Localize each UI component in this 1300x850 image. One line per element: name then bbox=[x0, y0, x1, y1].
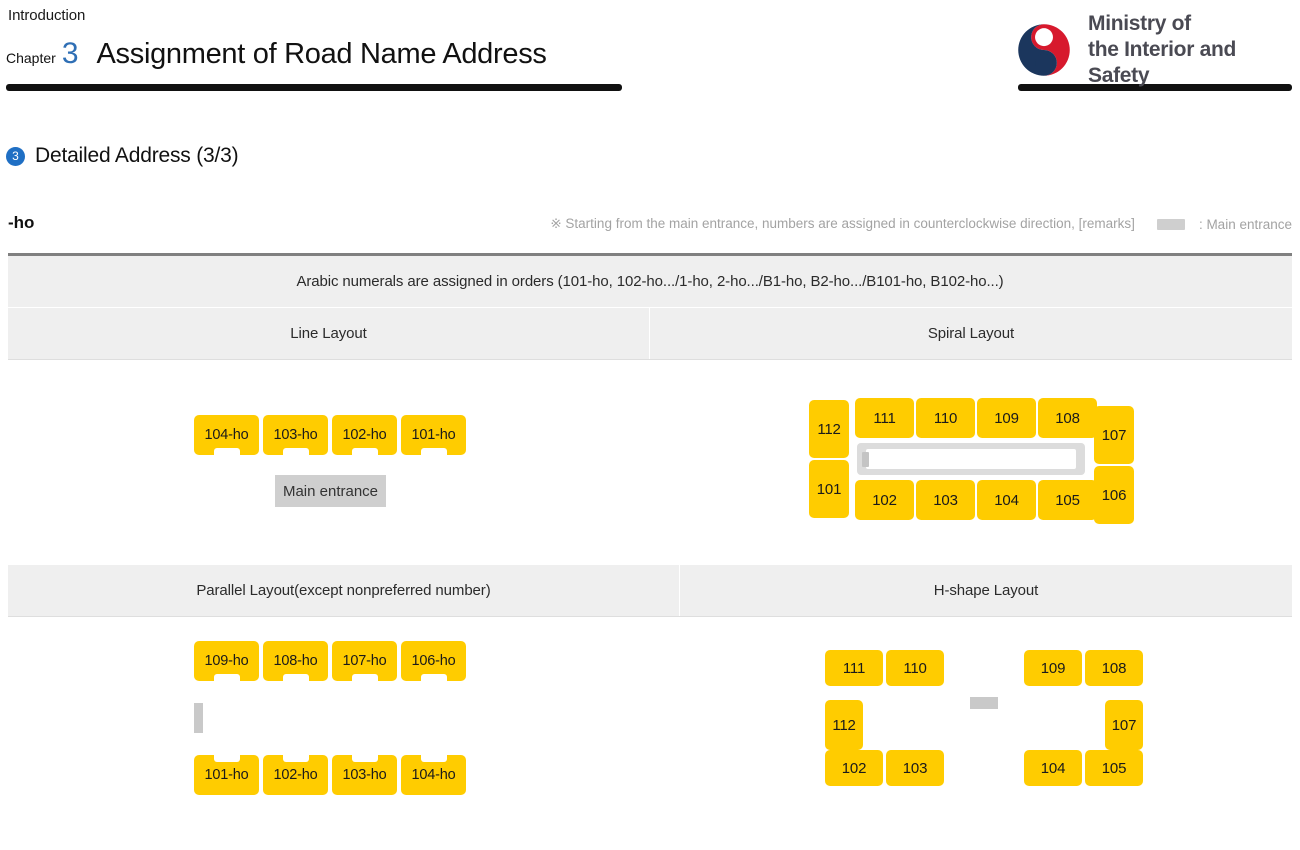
note-remarks-text: ※ Starting from the main entrance, numbe… bbox=[550, 216, 1135, 231]
page-root: Introduction Chapter 3 Assignment of Roa… bbox=[0, 0, 1300, 850]
room-box: 102 bbox=[825, 750, 883, 786]
main-entrance-mark bbox=[862, 452, 869, 467]
room-box: 111 bbox=[825, 650, 883, 686]
room-box: 109-ho bbox=[194, 641, 259, 681]
corridor-ring bbox=[857, 443, 1085, 475]
room-box: 102-ho bbox=[263, 755, 328, 795]
header-introduction-label: Introduction bbox=[8, 7, 86, 24]
room-box: 112 bbox=[825, 700, 863, 750]
page-title-text: Assignment of Road Name Address bbox=[96, 38, 547, 70]
section-number-badge: 3 bbox=[6, 146, 25, 166]
diagram-spiral-layout: 112 101 111 110 109 108 102 103 104 105 … bbox=[809, 398, 1134, 528]
room-box: 106-ho bbox=[401, 641, 466, 681]
table-header-row-1: Line Layout Spiral Layout bbox=[8, 308, 1292, 360]
diagram-parallel-layout: 109-ho 108-ho 107-ho 106-ho 101-ho 102-h… bbox=[194, 641, 484, 796]
diagram-line-layout: 104-ho 103-ho 102-ho 101-ho Main entranc… bbox=[194, 415, 484, 515]
room-box: 102 bbox=[855, 480, 914, 520]
room-box: 109 bbox=[977, 398, 1036, 438]
layout-table-bottom: Parallel Layout(except nonpreferred numb… bbox=[8, 565, 1292, 617]
column-header-parallel-layout: Parallel Layout(except nonpreferred numb… bbox=[8, 565, 679, 616]
column-header-spiral-layout: Spiral Layout bbox=[650, 308, 1292, 359]
gray-swatch-icon bbox=[1156, 218, 1185, 230]
room-box: 108 bbox=[1038, 398, 1097, 438]
note-remarks: ※ Starting from the main entrance, numbe… bbox=[550, 216, 1292, 232]
room-box: 105 bbox=[1085, 750, 1143, 786]
room-box: 104-ho bbox=[194, 415, 259, 455]
room-box: 107 bbox=[1094, 406, 1134, 464]
chapter-number: 3 bbox=[61, 37, 79, 70]
room-box: 103 bbox=[886, 750, 944, 786]
page-title: Chapter 3 Assignment of Road Name Addres… bbox=[6, 38, 547, 71]
room-box: 103-ho bbox=[263, 415, 328, 455]
room-box: 109 bbox=[1024, 650, 1082, 686]
main-entrance-bar bbox=[970, 697, 998, 709]
note-legend-label: : Main entrance bbox=[1198, 216, 1292, 232]
ministry-logo-line1: Ministry of bbox=[1088, 12, 1191, 35]
main-entrance-box: Main entrance bbox=[275, 475, 386, 507]
room-box: 107-ho bbox=[332, 641, 397, 681]
taegeuk-swirl-icon bbox=[1018, 23, 1070, 76]
room-box: 101 bbox=[809, 460, 849, 518]
table-header-row-2: Parallel Layout(except nonpreferred numb… bbox=[8, 565, 1292, 617]
room-box: 108-ho bbox=[263, 641, 328, 681]
room-box: 104-ho bbox=[401, 755, 466, 795]
section-heading: 3 Detailed Address (3/3) bbox=[6, 144, 239, 168]
corridor-interior bbox=[866, 449, 1076, 469]
room-box: 108 bbox=[1085, 650, 1143, 686]
room-box: 103-ho bbox=[332, 755, 397, 795]
room-box: 110 bbox=[886, 650, 944, 686]
header-rule-left bbox=[6, 84, 622, 91]
room-box: 106 bbox=[1094, 466, 1134, 524]
section-title: Detailed Address (3/3) bbox=[35, 144, 239, 167]
ministry-logo-line2: the Interior and Safety bbox=[1088, 37, 1237, 87]
main-entrance-bar bbox=[194, 703, 203, 733]
room-box: 107 bbox=[1105, 700, 1143, 750]
room-box: 102-ho bbox=[332, 415, 397, 455]
room-box: 110 bbox=[916, 398, 975, 438]
chapter-word-label: Chapter bbox=[6, 50, 56, 66]
note-row: -ho ※ Starting from the main entrance, n… bbox=[0, 210, 1300, 242]
ministry-logo-text: Ministry of the Interior and Safety bbox=[1088, 11, 1300, 88]
ho-label: -ho bbox=[8, 213, 35, 232]
room-box: 101-ho bbox=[194, 755, 259, 795]
column-header-line-layout: Line Layout bbox=[8, 308, 649, 359]
room-box: 104 bbox=[1024, 750, 1082, 786]
room-box: 104 bbox=[977, 480, 1036, 520]
table-rule-row: Arabic numerals are assigned in orders (… bbox=[8, 256, 1292, 308]
room-box: 112 bbox=[809, 400, 849, 458]
diagram-h-shape-layout: 111 110 112 102 103 109 108 107 104 105 bbox=[825, 650, 1145, 795]
room-box: 111 bbox=[855, 398, 914, 438]
room-box: 101-ho bbox=[401, 415, 466, 455]
layout-table-top: Arabic numerals are assigned in orders (… bbox=[8, 253, 1292, 360]
room-box: 103 bbox=[916, 480, 975, 520]
ministry-logo: Ministry of the Interior and Safety bbox=[1016, 11, 1300, 88]
room-box: 105 bbox=[1038, 480, 1097, 520]
column-header-h-shape-layout: H-shape Layout bbox=[680, 565, 1292, 616]
